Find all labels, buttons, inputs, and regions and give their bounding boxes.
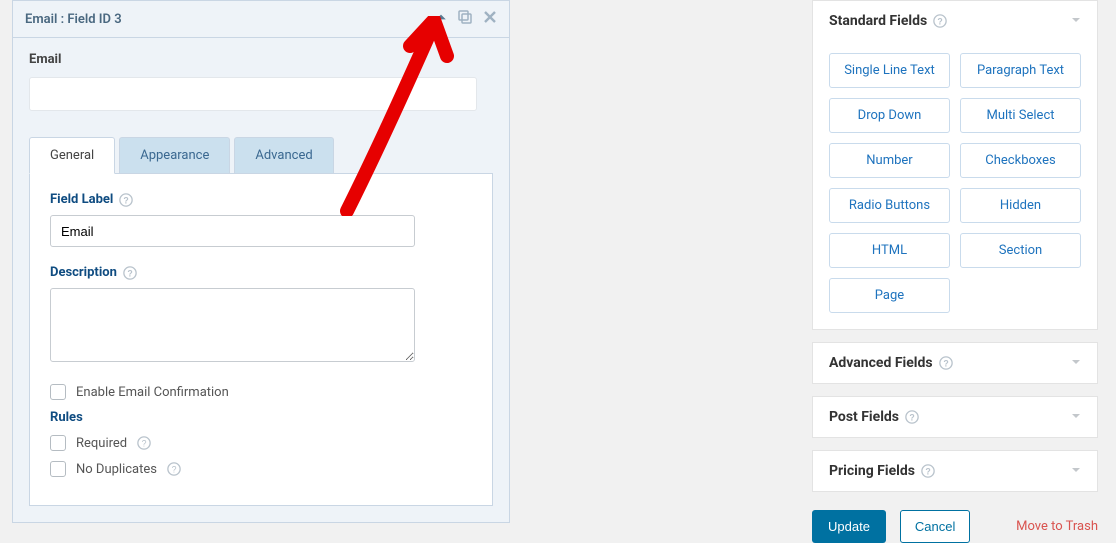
field-hidden[interactable]: Hidden bbox=[960, 188, 1081, 223]
field-page[interactable]: Page bbox=[829, 278, 950, 313]
help-icon[interactable]: ? bbox=[119, 193, 133, 207]
advanced-fields-accordion: Advanced Fields ? bbox=[812, 342, 1098, 384]
field-label-group: Field Label ? bbox=[50, 192, 472, 247]
required-checkbox[interactable] bbox=[50, 435, 66, 451]
standard-fields-grid: Single Line Text Paragraph Text Drop Dow… bbox=[829, 53, 1081, 313]
required-row[interactable]: Required ? bbox=[50, 435, 472, 451]
field-label-title: Field Label ? bbox=[50, 192, 472, 207]
svg-text:?: ? bbox=[127, 268, 132, 278]
tab-advanced[interactable]: Advanced bbox=[234, 137, 333, 173]
help-icon[interactable]: ? bbox=[905, 410, 919, 424]
help-icon[interactable]: ? bbox=[933, 14, 947, 28]
standard-fields-body: Single Line Text Paragraph Text Drop Dow… bbox=[813, 41, 1097, 329]
pricing-fields-accordion: Pricing Fields ? bbox=[812, 450, 1098, 492]
panel-title: Email : Field ID 3 bbox=[25, 12, 122, 27]
tab-appearance[interactable]: Appearance bbox=[119, 137, 230, 173]
svg-text:?: ? bbox=[124, 195, 129, 205]
help-icon[interactable]: ? bbox=[921, 464, 935, 478]
pricing-fields-header[interactable]: Pricing Fields ? bbox=[813, 451, 1097, 491]
field-multi-select[interactable]: Multi Select bbox=[960, 98, 1081, 133]
field-html[interactable]: HTML bbox=[829, 233, 950, 268]
field-number[interactable]: Number bbox=[829, 143, 950, 178]
field-radio-buttons[interactable]: Radio Buttons bbox=[829, 188, 950, 223]
advanced-fields-header[interactable]: Advanced Fields ? bbox=[813, 343, 1097, 383]
field-single-line-text[interactable]: Single Line Text bbox=[829, 53, 950, 88]
close-icon[interactable] bbox=[483, 10, 497, 28]
chevron-down-icon bbox=[1071, 464, 1081, 479]
enable-confirmation-label: Enable Email Confirmation bbox=[76, 385, 229, 400]
duplicate-icon[interactable] bbox=[457, 9, 473, 29]
preview-label: Email bbox=[29, 52, 493, 67]
enable-confirmation-checkbox[interactable] bbox=[50, 384, 66, 400]
svg-text:?: ? bbox=[172, 465, 177, 475]
enable-confirmation-row[interactable]: Enable Email Confirmation bbox=[50, 384, 472, 400]
chevron-down-icon bbox=[1071, 410, 1081, 425]
field-drop-down[interactable]: Drop Down bbox=[829, 98, 950, 133]
field-palette: Standard Fields ? Single Line Text Parag… bbox=[812, 0, 1098, 543]
svg-text:?: ? bbox=[937, 17, 942, 27]
svg-text:?: ? bbox=[925, 467, 930, 477]
form-actions: Update Cancel Move to Trash bbox=[812, 510, 1098, 543]
panel-actions bbox=[435, 9, 497, 29]
description-textarea[interactable] bbox=[50, 288, 415, 362]
chevron-down-icon bbox=[1071, 356, 1081, 371]
field-editor-panel: Email : Field ID 3 Email General Appeara… bbox=[12, 0, 510, 523]
no-duplicates-label: No Duplicates bbox=[76, 462, 157, 477]
post-fields-header[interactable]: Post Fields ? bbox=[813, 397, 1097, 437]
help-icon[interactable]: ? bbox=[939, 356, 953, 370]
post-fields-accordion: Post Fields ? bbox=[812, 396, 1098, 438]
rules-title: Rules bbox=[50, 410, 472, 425]
panel-body: Email General Appearance Advanced Field … bbox=[13, 38, 509, 522]
update-button[interactable]: Update bbox=[812, 510, 886, 543]
help-icon[interactable]: ? bbox=[167, 462, 181, 476]
help-icon[interactable]: ? bbox=[123, 266, 137, 280]
description-title: Description ? bbox=[50, 265, 472, 280]
caret-up-icon[interactable] bbox=[435, 11, 447, 27]
field-label-input[interactable] bbox=[50, 215, 415, 247]
description-group: Description ? bbox=[50, 265, 472, 366]
required-label: Required bbox=[76, 436, 127, 451]
tab-general[interactable]: General bbox=[29, 137, 115, 174]
field-checkboxes[interactable]: Checkboxes bbox=[960, 143, 1081, 178]
panel-header: Email : Field ID 3 bbox=[13, 1, 509, 38]
no-duplicates-row[interactable]: No Duplicates ? bbox=[50, 461, 472, 477]
chevron-down-icon bbox=[1071, 14, 1081, 29]
standard-fields-accordion: Standard Fields ? Single Line Text Parag… bbox=[812, 0, 1098, 330]
no-duplicates-checkbox[interactable] bbox=[50, 461, 66, 477]
help-icon[interactable]: ? bbox=[137, 436, 151, 450]
settings-tabs: General Appearance Advanced bbox=[29, 137, 493, 174]
field-paragraph-text[interactable]: Paragraph Text bbox=[960, 53, 1081, 88]
field-section[interactable]: Section bbox=[960, 233, 1081, 268]
svg-text:?: ? bbox=[943, 359, 948, 369]
cancel-button[interactable]: Cancel bbox=[900, 510, 970, 543]
svg-text:?: ? bbox=[909, 413, 914, 423]
svg-text:?: ? bbox=[142, 439, 147, 449]
email-preview-input[interactable] bbox=[29, 77, 477, 111]
tab-general-content: Field Label ? Description ? En bbox=[29, 174, 493, 506]
move-to-trash-link[interactable]: Move to Trash bbox=[1016, 519, 1098, 534]
standard-fields-header[interactable]: Standard Fields ? bbox=[813, 1, 1097, 41]
